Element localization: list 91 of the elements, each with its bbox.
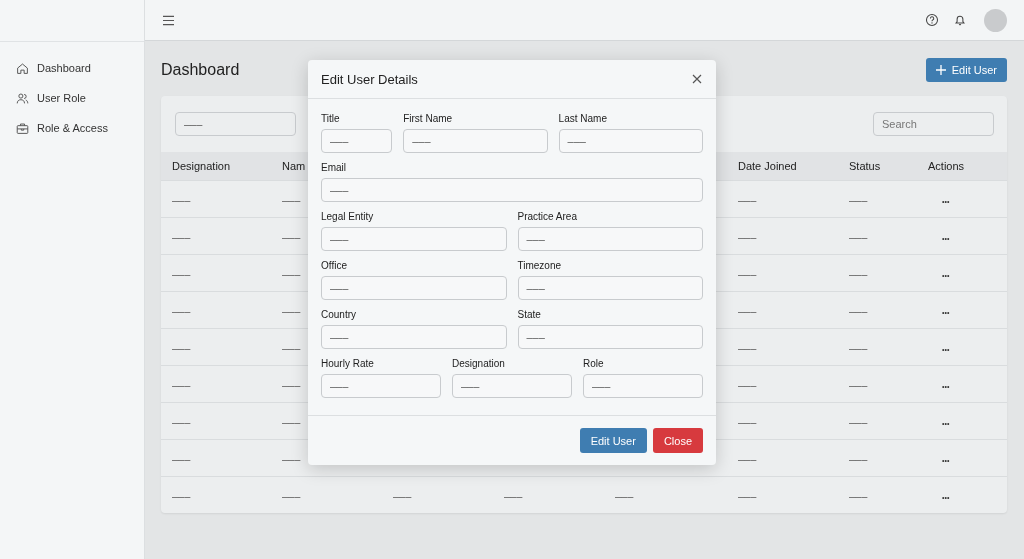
dialog-title: Edit User Details bbox=[321, 71, 418, 87]
input-field[interactable]: ––– bbox=[321, 374, 441, 398]
table-cell: ––– bbox=[393, 490, 412, 502]
table-cell: ––– bbox=[738, 194, 757, 206]
edit-user-button[interactable]: Edit User bbox=[579, 428, 647, 453]
table-cell: ––– bbox=[282, 194, 301, 206]
field-label: Legal Entity bbox=[321, 211, 375, 222]
table-cell: ––– bbox=[172, 268, 191, 280]
table-cell: ––– bbox=[172, 231, 191, 243]
table-cell: ––– bbox=[849, 305, 868, 317]
input-field[interactable]: ––– bbox=[403, 129, 548, 153]
table-cell: ––– bbox=[172, 379, 191, 391]
input-field[interactable]: ––– bbox=[321, 325, 507, 349]
table-cell: ––– bbox=[738, 342, 757, 354]
column-header: Date Joined bbox=[738, 160, 797, 172]
input-field[interactable]: ––– bbox=[517, 227, 703, 251]
table-cell: ––– bbox=[849, 194, 868, 206]
field-label: Role bbox=[583, 358, 605, 369]
table-cell: ––– bbox=[738, 268, 757, 280]
field-label: Practice Area bbox=[517, 211, 578, 222]
input-field[interactable]: ––– bbox=[517, 276, 703, 300]
input-field[interactable]: ––– bbox=[583, 374, 703, 398]
table-cell: ––– bbox=[738, 305, 757, 317]
table-cell: ––– bbox=[738, 416, 757, 428]
table-cell: ––– bbox=[172, 194, 191, 206]
field-label: First Name bbox=[403, 113, 454, 124]
field-label: Email bbox=[321, 162, 347, 173]
search-field[interactable]: Search bbox=[873, 112, 994, 136]
sidebar-item[interactable]: Role & Access bbox=[0, 113, 144, 143]
table-cell: ––– bbox=[172, 342, 191, 354]
input-field[interactable]: ––– bbox=[321, 129, 393, 153]
field-label: Title bbox=[321, 113, 341, 124]
sidebar-item[interactable]: User Role bbox=[0, 83, 144, 113]
table-cell: ––– bbox=[172, 305, 191, 317]
table-cell: ––– bbox=[615, 490, 634, 502]
field-label: Hourly Rate bbox=[321, 358, 375, 369]
field-label: State bbox=[517, 309, 542, 320]
table-cell: ––– bbox=[738, 231, 757, 243]
plus-icon bbox=[935, 64, 946, 75]
table-cell: ––– bbox=[849, 268, 868, 280]
column-header: Designation bbox=[172, 160, 231, 172]
table-cell: ––– bbox=[738, 379, 757, 391]
close-icon[interactable] bbox=[692, 74, 702, 84]
table-cell: ––– bbox=[738, 453, 757, 465]
table-cell: ––– bbox=[172, 453, 191, 465]
briefcase-icon bbox=[16, 121, 29, 135]
menu-icon[interactable] bbox=[162, 14, 175, 26]
table-cell: ––– bbox=[282, 416, 301, 428]
field-label: Timezone bbox=[517, 260, 563, 271]
sidebar-label: Dashboard bbox=[37, 62, 91, 74]
table-cell: ––– bbox=[849, 490, 868, 502]
table-cell: ––– bbox=[282, 268, 301, 280]
table-cell: ––– bbox=[738, 490, 757, 502]
input-field[interactable]: ––– bbox=[321, 276, 507, 300]
column-header: Actions bbox=[928, 160, 965, 172]
table-cell: ––– bbox=[849, 453, 868, 465]
field-label: Country bbox=[321, 309, 357, 320]
input-field[interactable]: ––– bbox=[517, 325, 703, 349]
input-field[interactable]: ––– bbox=[452, 374, 572, 398]
help-icon[interactable] bbox=[925, 13, 939, 27]
field-label: Last Name bbox=[558, 113, 608, 124]
table-cell: ––– bbox=[282, 231, 301, 243]
column-header: Status bbox=[849, 160, 881, 172]
input-field[interactable]: ––– bbox=[321, 227, 507, 251]
sidebar-label: User Role bbox=[37, 92, 86, 104]
filter-field[interactable]: ––– bbox=[175, 112, 296, 136]
input-field[interactable]: ––– bbox=[321, 178, 703, 202]
sidebar-label: Role & Access bbox=[37, 122, 108, 134]
bell-icon[interactable] bbox=[953, 13, 967, 27]
table-cell: ––– bbox=[849, 379, 868, 391]
table-cell: ––– bbox=[849, 342, 868, 354]
field-label: Designation bbox=[452, 358, 506, 369]
table-cell: ––– bbox=[172, 416, 191, 428]
input-field[interactable]: ––– bbox=[558, 129, 703, 153]
close-button[interactable]: Close bbox=[652, 428, 703, 453]
table-cell: ––– bbox=[172, 490, 191, 502]
table-cell: ––– bbox=[282, 490, 301, 502]
edit-user-button[interactable]: Edit User bbox=[925, 57, 1007, 82]
table-cell: ––– bbox=[282, 342, 301, 354]
users-icon bbox=[16, 91, 29, 105]
table-cell: ––– bbox=[282, 305, 301, 317]
page-title: Dashboard bbox=[161, 60, 240, 79]
table-cell: ––– bbox=[282, 453, 301, 465]
column-header: Nam bbox=[282, 160, 306, 172]
table-cell: ––– bbox=[849, 231, 868, 243]
table-cell: ––– bbox=[849, 416, 868, 428]
sidebar-item[interactable]: Dashboard bbox=[0, 53, 144, 83]
home-icon bbox=[16, 61, 29, 75]
table-cell: ––– bbox=[504, 490, 523, 502]
field-label: Office bbox=[321, 260, 348, 271]
table-cell: ––– bbox=[282, 379, 301, 391]
